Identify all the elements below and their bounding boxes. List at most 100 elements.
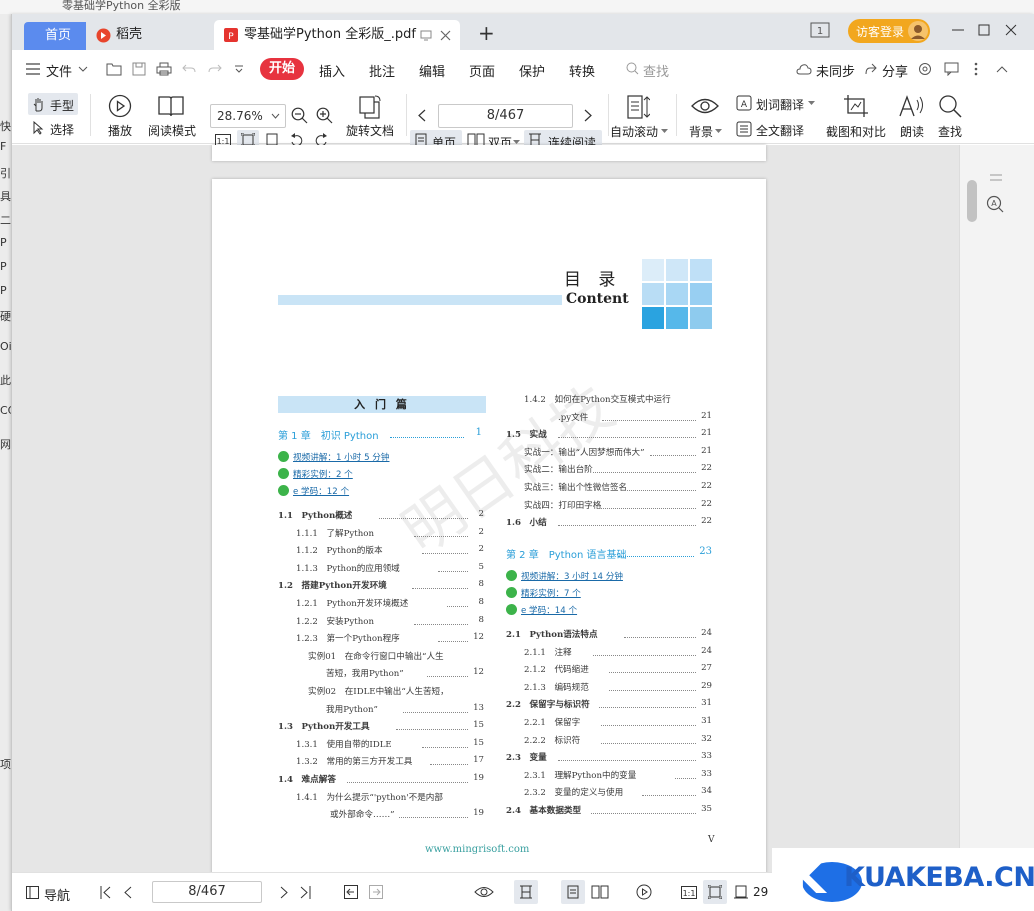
tab-pdf-document[interactable]: P 零基础学Python 全彩版_.pdf [214, 20, 460, 50]
read-mode-button[interactable]: 阅读模式 [144, 122, 200, 139]
gear-icon[interactable] [918, 62, 932, 76]
full-translate-button[interactable]: 全文翻译 [756, 122, 804, 139]
file-menu[interactable]: 文件 [46, 61, 72, 80]
toc-entry-page: 22 [701, 498, 712, 509]
menu-edit[interactable]: 编辑 [419, 61, 445, 80]
toc-entry-page: 31 [701, 698, 712, 709]
toc-leader [346, 776, 468, 783]
window-layout-icon[interactable]: 1 [810, 22, 830, 38]
zoom-level-field[interactable]: 28.76% [210, 104, 286, 128]
title-block-decoration [642, 259, 712, 329]
toc-entry-title: 2.2.1 保留字 [524, 718, 581, 728]
play-icon[interactable] [636, 884, 652, 900]
toc-entry-title: 或外部命令……” [330, 810, 395, 821]
word-translate-button[interactable]: 划词翻译 [756, 96, 804, 113]
play-button[interactable]: 播放 [106, 122, 134, 139]
fit-page-icon[interactable] [708, 885, 722, 899]
open-folder-icon[interactable] [106, 62, 122, 76]
rotate-document-button[interactable]: 旋转文档 [342, 122, 398, 139]
resource-link[interactable]: e 学码：14 个 [521, 604, 577, 616]
page-number-field[interactable]: 8/467 [438, 104, 573, 128]
toc-leader [609, 666, 696, 674]
next-page-icon[interactable] [584, 109, 592, 122]
save-icon[interactable] [132, 62, 146, 76]
guest-login-button[interactable]: 访客登录 [848, 19, 930, 43]
undo-icon[interactable] [182, 63, 196, 75]
toc-entry-title: 实例01 在命令行窗口中输出“人生 [308, 651, 444, 662]
resource-link[interactable]: 视频讲解：1 小时 5 分钟 [293, 451, 389, 463]
panel-handle-icon[interactable] [990, 174, 1002, 182]
continuous-read-icon[interactable] [519, 885, 533, 899]
zoom-in-icon[interactable] [316, 107, 333, 124]
fit-width-icon[interactable] [734, 885, 748, 899]
toc-entry-page: 24 [701, 645, 712, 656]
toc-entry-title: 1.1.2 Python的版本 [296, 546, 383, 557]
menu-convert[interactable]: 转换 [569, 61, 595, 80]
next-page-icon[interactable] [280, 886, 288, 899]
resource-link[interactable]: e 学码：12 个 [293, 485, 349, 497]
auto-scroll-button[interactable]: 自动滚动 [610, 123, 658, 140]
double-page-icon[interactable] [591, 885, 609, 899]
new-tab-button[interactable]: + [478, 18, 495, 48]
tab-home[interactable]: 首页 [24, 22, 92, 50]
hand-tool-button[interactable]: 手型 [50, 97, 74, 114]
vertical-scrollbar-thumb[interactable] [967, 180, 977, 222]
menu-protect[interactable]: 保护 [519, 61, 545, 80]
feedback-icon[interactable] [944, 62, 959, 76]
toc-leader [650, 449, 696, 456]
resource-link[interactable]: 精彩实例：2 个 [293, 468, 353, 480]
tab-daoke[interactable]: 稻壳 [86, 20, 212, 50]
toc-entry-title: 2.2 保留字与标识符 [506, 700, 590, 711]
status-zoom-value[interactable]: 29 [753, 885, 768, 899]
single-page-icon[interactable] [567, 885, 579, 899]
more-icon[interactable] [974, 62, 978, 76]
menu-insert[interactable]: 插入 [319, 61, 345, 80]
svg-text:1: 1 [817, 26, 823, 37]
resource-icon [278, 468, 289, 479]
ai-assistant-icon[interactable]: A [986, 195, 1004, 213]
actual-size-icon[interactable]: 1:1 [681, 886, 697, 899]
find-button[interactable]: 查找 [938, 123, 962, 140]
chapter-heading: 第 1 章 初识 Python [278, 431, 379, 442]
eye-icon[interactable] [474, 885, 494, 899]
sync-status[interactable]: 未同步 [816, 61, 855, 80]
print-icon[interactable] [156, 62, 172, 76]
resource-link[interactable]: 精彩实例：7 个 [521, 587, 581, 599]
zoom-out-icon[interactable] [291, 107, 308, 124]
menu-annotate[interactable]: 批注 [369, 61, 395, 80]
hamburger-icon[interactable] [26, 63, 40, 75]
status-page-field[interactable]: 8/467 [152, 881, 262, 903]
toc-entry-title: 1.5 实战 [506, 430, 547, 441]
previous-page-icon[interactable] [418, 109, 426, 122]
document-viewport[interactable]: 目 录 Content 明日科技 入 门 篇 www.mingrisoft.co… [12, 145, 1034, 879]
toc-entry-title: 1.3.2 常用的第三方开发工具 [296, 757, 413, 768]
collapse-ribbon-icon[interactable] [996, 65, 1008, 73]
share-button[interactable]: 分享 [882, 61, 908, 80]
menu-search[interactable]: 查找 [643, 61, 669, 80]
back-icon[interactable] [344, 885, 358, 899]
find-icon [939, 95, 962, 118]
background-button[interactable]: 背景 [689, 123, 713, 140]
last-page-icon[interactable] [300, 886, 311, 899]
close-tab-icon[interactable] [440, 30, 451, 41]
minimize-icon[interactable] [952, 24, 964, 36]
close-window-icon[interactable] [1005, 24, 1017, 36]
read-aloud-button[interactable]: 朗读 [900, 123, 924, 140]
screenshot-compare-button[interactable]: 截图和对比 [826, 123, 886, 140]
redo-icon[interactable] [208, 63, 222, 75]
pin-window-icon[interactable] [420, 30, 432, 41]
toc-entry-page: 13 [473, 702, 484, 713]
select-tool-button[interactable]: 选择 [50, 121, 74, 138]
toc-leader [592, 649, 696, 656]
quick-access-dropdown-icon[interactable] [234, 65, 244, 73]
previous-page-icon[interactable] [124, 886, 132, 899]
forward-icon[interactable] [369, 885, 383, 899]
resource-link[interactable]: 视频讲解：3 小时 14 分钟 [521, 570, 623, 582]
maximize-icon[interactable] [978, 24, 990, 36]
start-tab[interactable]: 开始 [260, 58, 304, 80]
avatar [908, 21, 928, 41]
toc-leader [446, 600, 468, 607]
navigation-button[interactable]: 导航 [44, 885, 70, 904]
first-page-icon[interactable] [100, 886, 111, 899]
menu-page[interactable]: 页面 [469, 61, 495, 80]
